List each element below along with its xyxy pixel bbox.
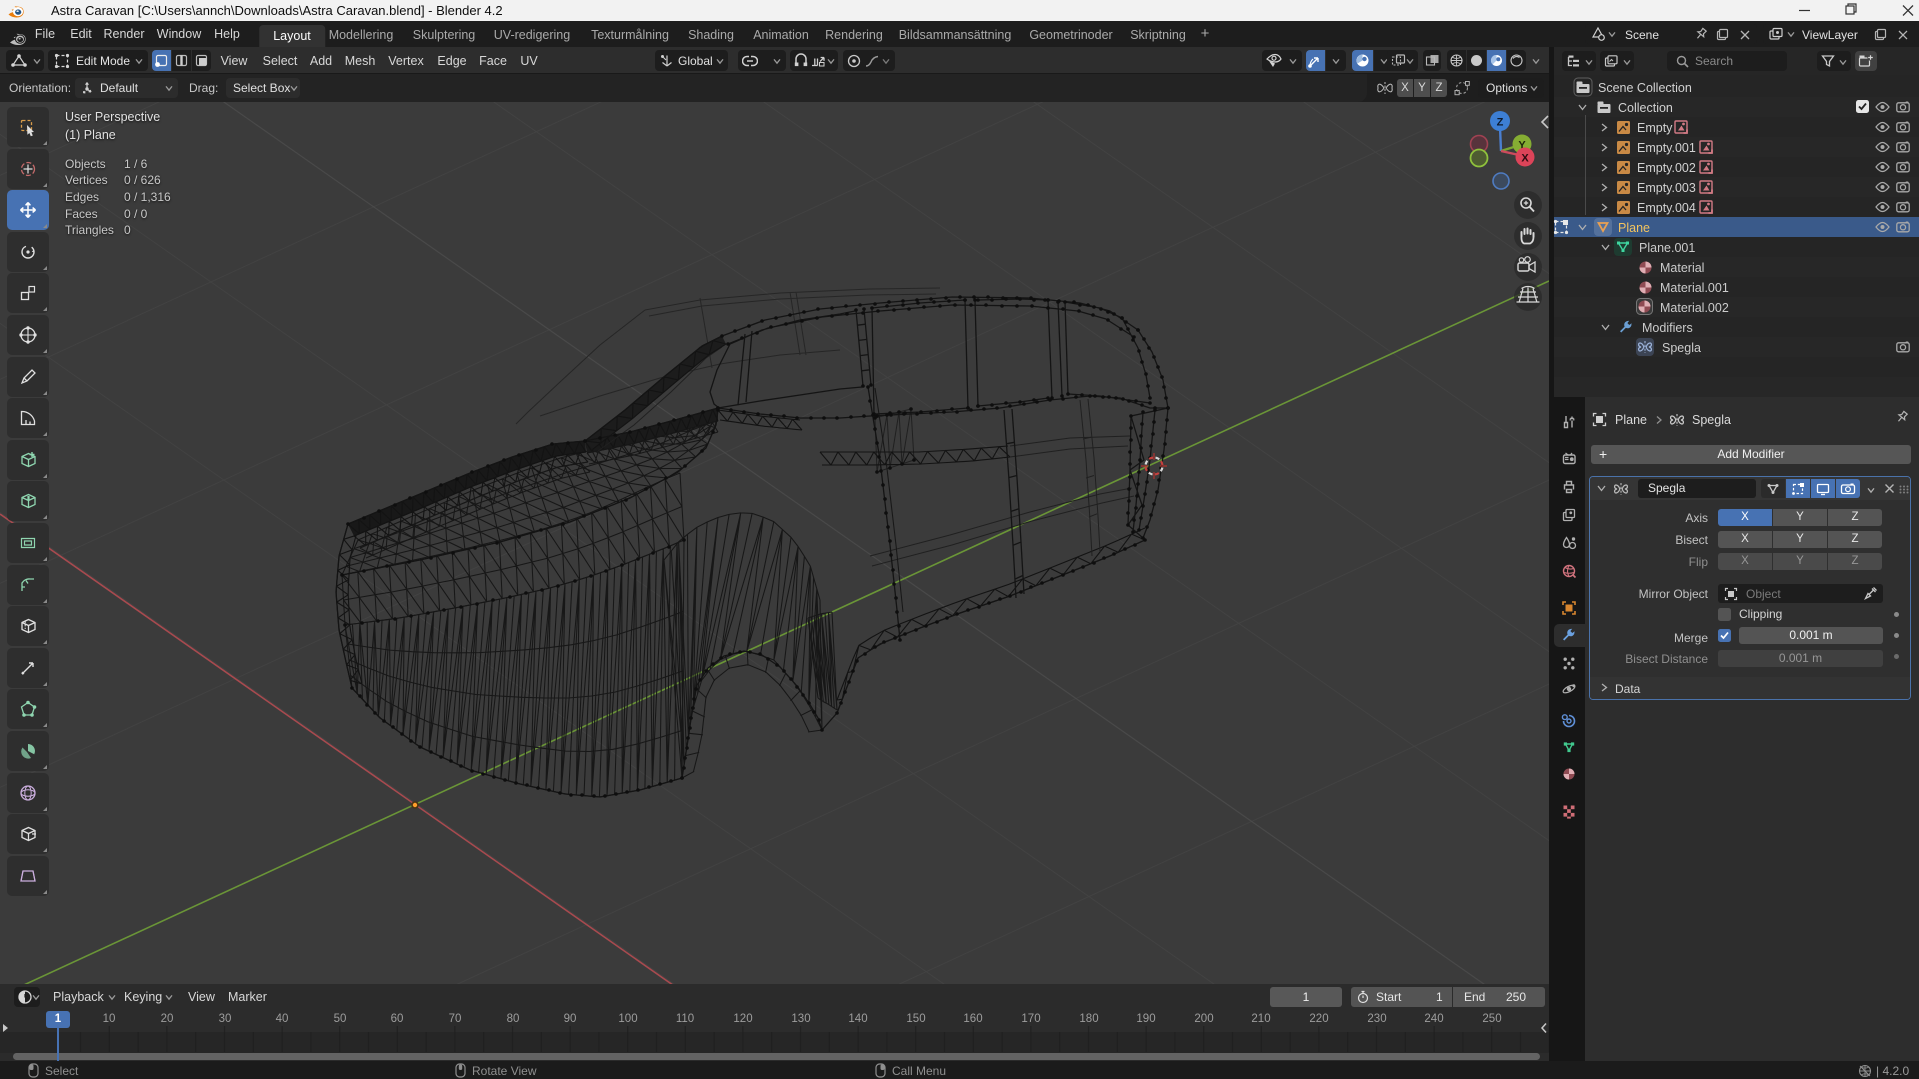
svg-text:Z: Z [1497,117,1504,129]
svg-text:X: X [1521,153,1529,165]
